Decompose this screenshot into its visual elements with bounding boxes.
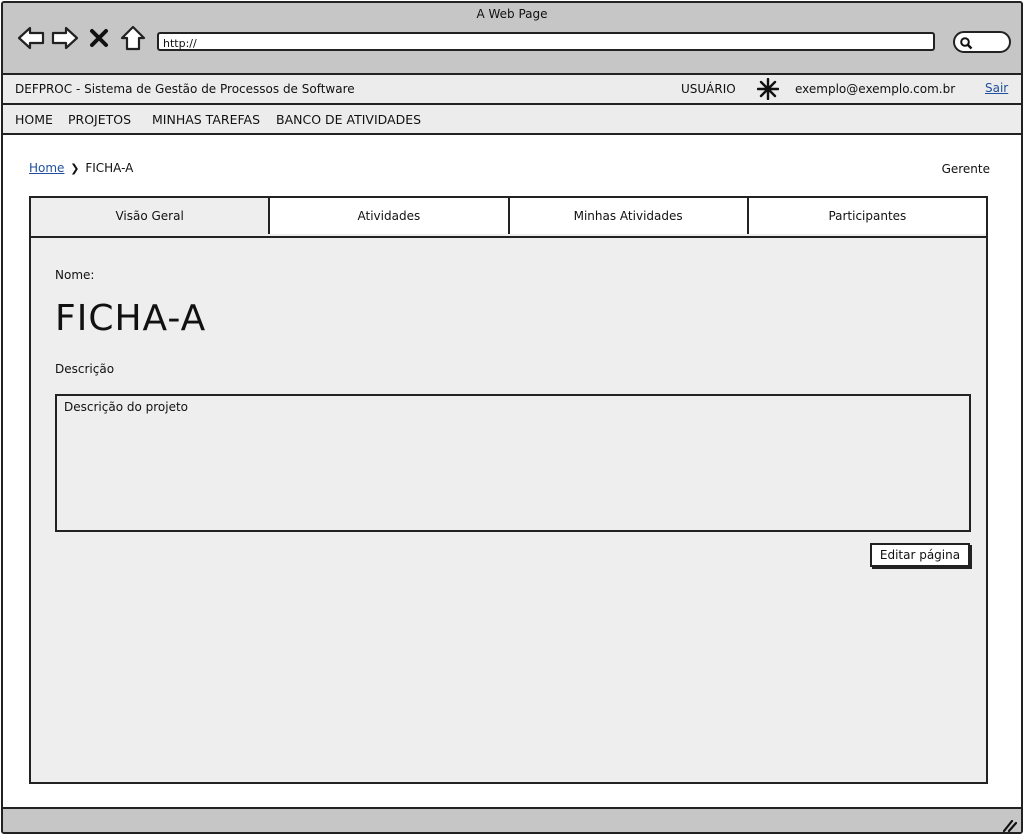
back-arrow-icon[interactable] <box>17 24 45 52</box>
project-name: FICHA-A <box>55 298 207 339</box>
home-icon[interactable] <box>119 24 147 52</box>
chevron-right-icon: ❯ <box>70 162 80 175</box>
tab-visao-geral[interactable]: Visão Geral <box>31 198 271 234</box>
menu-item-projetos[interactable]: PROJETOS <box>68 112 131 127</box>
browser-window: A Web Page http:// DEFPROC - Sistema de … <box>1 1 1023 834</box>
menu-item-minhas-tarefas[interactable]: MINHAS TAREFAS <box>152 112 260 127</box>
app-header: DEFPROC - Sistema de Gestão de Processos… <box>3 75 1021 105</box>
asterisk-icon <box>757 78 779 100</box>
edit-page-button[interactable]: Editar página <box>870 543 970 567</box>
tab-bar: Visão Geral Atividades Minhas Atividades… <box>31 198 986 238</box>
user-role: Gerente <box>941 162 990 176</box>
user-email: exemplo@exemplo.com.br <box>795 82 956 96</box>
system-name: DEFPROC - Sistema de Gestão de Processos… <box>15 82 355 96</box>
forward-arrow-icon[interactable] <box>51 24 79 52</box>
menu-item-home[interactable]: HOME <box>15 112 53 127</box>
search-field[interactable] <box>953 31 1011 53</box>
search-icon <box>960 37 973 50</box>
menu-item-banco-de-atividades[interactable]: BANCO DE ATIVIDADES <box>276 112 421 127</box>
resize-grip-icon[interactable] <box>1001 818 1017 832</box>
tab-atividades[interactable]: Atividades <box>270 198 510 234</box>
address-bar[interactable]: http:// <box>157 32 935 51</box>
browser-chrome: A Web Page http:// <box>3 3 1021 75</box>
nav-controls <box>17 23 147 53</box>
close-x-icon[interactable] <box>85 24 113 52</box>
description-box[interactable]: Descrição do projeto <box>55 394 971 532</box>
status-bar <box>3 807 1021 832</box>
content-panel: Visão Geral Atividades Minhas Atividades… <box>29 196 988 784</box>
breadcrumb-current: FICHA-A <box>85 161 134 175</box>
tab-participantes[interactable]: Participantes <box>748 198 986 234</box>
name-label: Nome: <box>55 268 95 282</box>
window-title: A Web Page <box>476 7 548 21</box>
description-label: Descrição <box>55 362 115 376</box>
logout-link[interactable]: Sair <box>985 81 1008 95</box>
main-menu: HOME PROJETOS MINHAS TAREFAS BANCO DE AT… <box>3 105 1021 135</box>
breadcrumb-home-link[interactable]: Home <box>29 161 64 175</box>
user-label: USUÁRIO <box>681 82 736 96</box>
breadcrumb: Home ❯ FICHA-A <box>29 161 133 175</box>
tab-minhas-atividades[interactable]: Minhas Atividades <box>509 198 749 234</box>
